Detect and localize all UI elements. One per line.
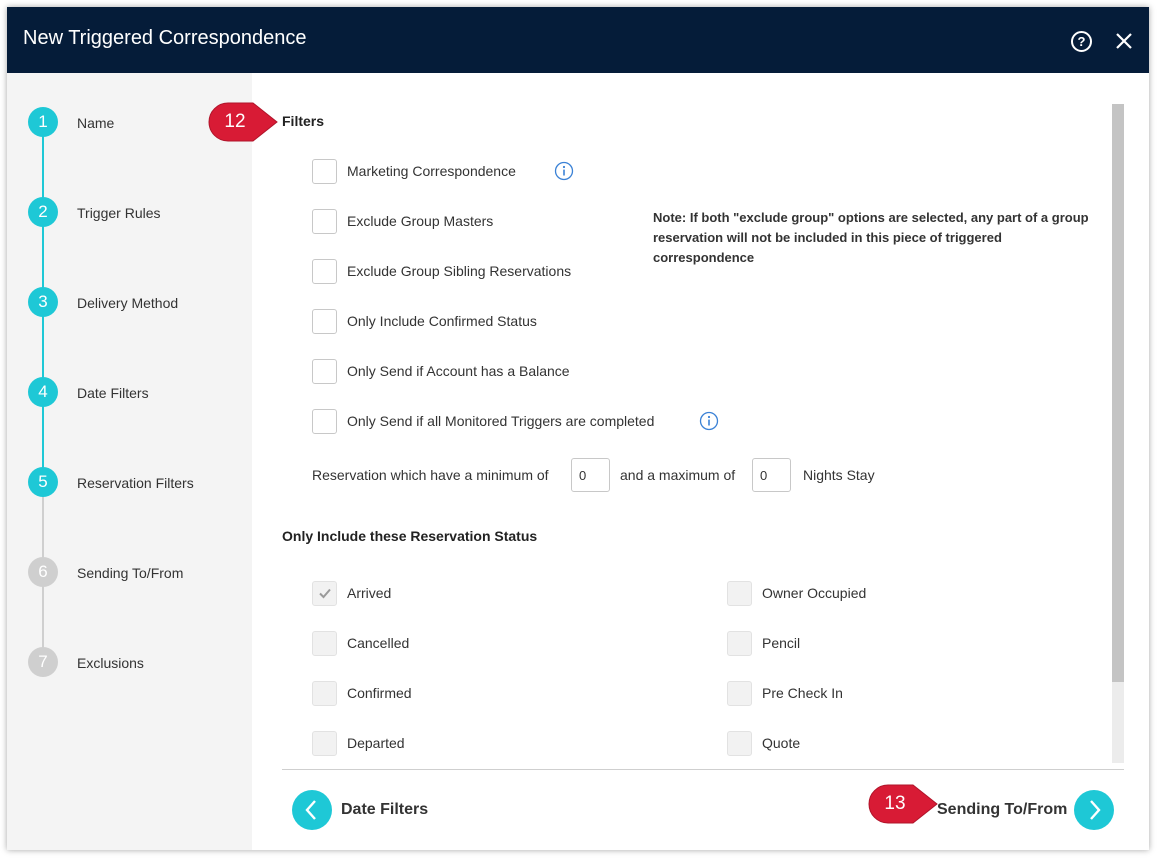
- exclude-group-masters-label: Exclude Group Masters: [347, 213, 494, 229]
- chevron-left-icon: [305, 800, 316, 820]
- footer-divider: [282, 769, 1124, 770]
- status-owner-occupied-checkbox[interactable]: [727, 581, 752, 606]
- marketing-correspondence-label: Marketing Correspondence: [347, 163, 516, 179]
- status-quote-label: Quote: [762, 735, 801, 751]
- nights-max-prefix: and a maximum of: [620, 467, 736, 483]
- status-pre-check-in-checkbox[interactable]: [727, 681, 752, 706]
- status-arrived-label: Arrived: [347, 585, 392, 601]
- status-pencil-checkbox[interactable]: [727, 631, 752, 656]
- exclude-group-sibling-label: Exclude Group Sibling Reservations: [347, 263, 572, 279]
- check-icon: [319, 588, 331, 599]
- help-icon[interactable]: ?: [1071, 31, 1092, 52]
- next-button[interactable]: [1074, 790, 1114, 830]
- wizard-steps-sidebar: 1 Name 2 Trigger Rules 3 Delivery Method…: [7, 73, 252, 850]
- step-6-label[interactable]: Sending To/From: [77, 565, 183, 581]
- new-triggered-correspondence-dialog: New Triggered Correspondence ? 1 Name 2 …: [7, 7, 1149, 850]
- status-departed-checkbox[interactable]: [312, 731, 337, 756]
- step-7-label[interactable]: Exclusions: [77, 655, 144, 671]
- status-pre-check-in-label: Pre Check In: [762, 685, 843, 701]
- status-confirmed-checkbox[interactable]: [312, 681, 337, 706]
- step-3-label[interactable]: Delivery Method: [77, 295, 178, 311]
- callout-marker-13: 13: [867, 783, 939, 825]
- reservation-filters-panel: Filters Marketing Correspondence Exclude…: [252, 73, 1149, 850]
- status-departed-label: Departed: [347, 735, 405, 751]
- status-owner-occupied-label: Owner Occupied: [762, 585, 867, 601]
- back-button-label[interactable]: Date Filters: [341, 801, 428, 819]
- dialog-titlebar: New Triggered Correspondence ?: [7, 7, 1149, 73]
- step-5-circle[interactable]: 5: [28, 467, 58, 497]
- callout-number-13: 13: [884, 793, 906, 814]
- status-confirmed-label: Confirmed: [347, 685, 412, 701]
- exclude-group-note: Note: If both "exclude group" options ar…: [653, 210, 1089, 265]
- step-6-circle[interactable]: 6: [28, 557, 58, 587]
- dialog-title: New Triggered Correspondence: [23, 27, 307, 49]
- marketing-correspondence-checkbox[interactable]: [312, 159, 337, 184]
- exclude-group-sibling-checkbox[interactable]: [312, 259, 337, 284]
- only-send-monitored-triggers-label: Only Send if all Monitored Triggers are …: [347, 413, 655, 429]
- step-4-circle[interactable]: 4: [28, 377, 58, 407]
- step-2-label[interactable]: Trigger Rules: [77, 205, 161, 221]
- step-3-circle[interactable]: 3: [28, 287, 58, 317]
- nights-min-prefix: Reservation which have a minimum of: [312, 467, 549, 483]
- status-pencil-label: Pencil: [762, 635, 801, 651]
- only-send-balance-checkbox[interactable]: [312, 359, 337, 384]
- status-quote-checkbox[interactable]: [727, 731, 752, 756]
- step-5-label[interactable]: Reservation Filters: [77, 475, 194, 491]
- step-2-circle[interactable]: 2: [28, 197, 58, 227]
- status-arrived-checkbox[interactable]: [312, 581, 337, 606]
- step-1-label[interactable]: Name: [77, 115, 114, 131]
- nights-stay-suffix: Nights Stay: [803, 467, 875, 483]
- close-icon[interactable]: [1113, 30, 1135, 52]
- callout-number-12: 12: [224, 111, 246, 132]
- step-7-circle[interactable]: 7: [28, 647, 58, 677]
- next-button-label[interactable]: Sending To/From: [937, 801, 1067, 819]
- status-cancelled-label: Cancelled: [347, 635, 410, 651]
- info-icon[interactable]: [554, 161, 574, 181]
- back-button[interactable]: [292, 790, 332, 830]
- min-nights-input[interactable]: [571, 458, 610, 492]
- chevron-right-icon: [1090, 800, 1101, 820]
- scrollbar-thumb[interactable]: [1112, 104, 1124, 682]
- info-icon[interactable]: [699, 411, 719, 431]
- exclude-group-masters-checkbox[interactable]: [312, 209, 337, 234]
- only-include-confirmed-checkbox[interactable]: [312, 309, 337, 334]
- step-4-label[interactable]: Date Filters: [77, 385, 149, 401]
- reservation-status-heading: Only Include these Reservation Status: [282, 528, 538, 544]
- only-include-confirmed-label: Only Include Confirmed Status: [347, 313, 537, 329]
- only-send-monitored-triggers-checkbox[interactable]: [312, 409, 337, 434]
- step-1-circle[interactable]: 1: [28, 107, 58, 137]
- callout-marker-12: 12: [207, 101, 279, 143]
- filters-heading: Filters: [282, 113, 325, 129]
- max-nights-input[interactable]: [752, 458, 791, 492]
- only-send-balance-label: Only Send if Account has a Balance: [347, 363, 570, 379]
- status-cancelled-checkbox[interactable]: [312, 631, 337, 656]
